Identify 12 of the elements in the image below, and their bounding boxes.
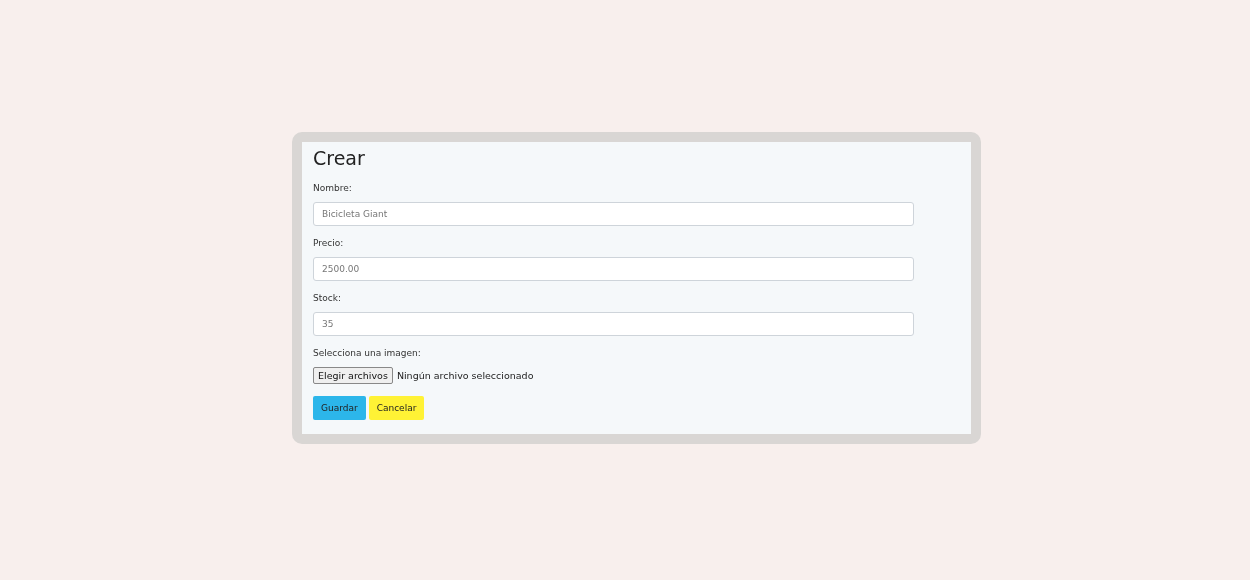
field-label: Precio: [313,238,344,248]
form-title: Crear [313,146,366,170]
input-field[interactable]: 35 [313,312,914,336]
input-field[interactable]: 2500.00 [313,257,914,281]
choose-file-button[interactable]: Elegir archivos [313,367,393,384]
save-button[interactable]: Guardar [313,396,366,420]
cancel-button[interactable]: Cancelar [368,396,425,420]
input-field[interactable]: Bicicleta Giant [313,202,914,226]
field-label: Nombre: [313,183,352,193]
field-label: Selecciona una imagen: [313,348,421,358]
field-label: Stock: [313,293,341,303]
file-status: Ningún archivo seleccionado [396,370,534,381]
